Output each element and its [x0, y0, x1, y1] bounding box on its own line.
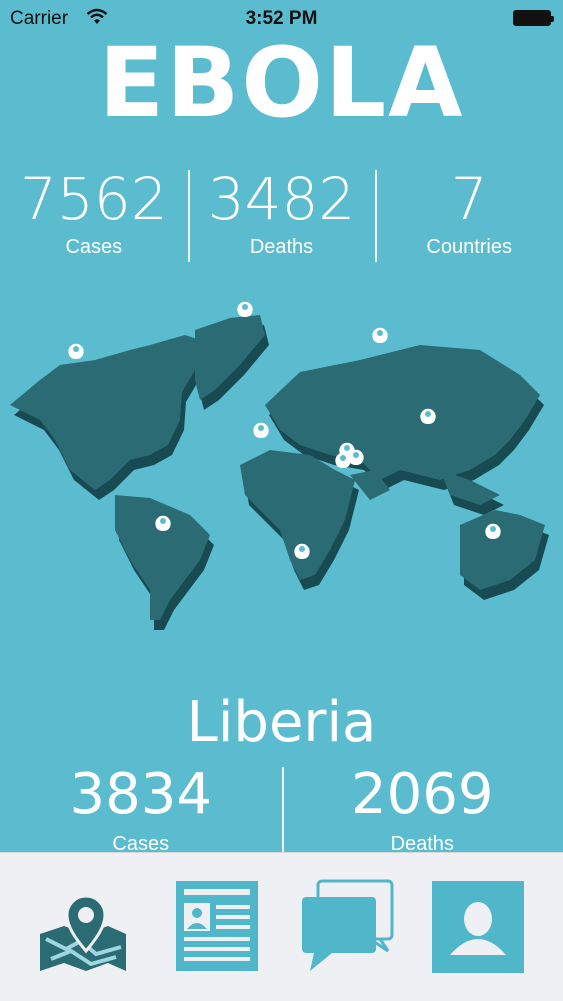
news-article-icon: [176, 881, 258, 971]
selected-country-name: Liberia: [0, 690, 563, 755]
user-profile-icon: [432, 881, 524, 973]
world-map[interactable]: [0, 290, 563, 650]
stat-label: Cases: [0, 236, 188, 259]
battery-icon: [513, 10, 551, 26]
stat-value: 7: [375, 168, 563, 230]
country-stat-cases: 3834 Cases: [0, 765, 282, 855]
stat-deaths: 3482 Deaths: [188, 168, 376, 263]
global-stats: 7562 Cases 3482 Deaths 7 Countries: [0, 168, 563, 263]
country-stats: 3834 Cases 2069 Deaths: [0, 765, 563, 855]
stat-label: Countries: [375, 236, 563, 259]
stat-value: 7562: [0, 168, 188, 230]
stat-cases: 7562 Cases: [0, 168, 188, 263]
country-stat-value: 3834: [0, 765, 282, 825]
tab-chat[interactable]: [300, 879, 395, 974]
stat-value: 3482: [188, 168, 376, 230]
map-pin-icon: [40, 896, 126, 971]
chat-bubbles-icon: [302, 881, 392, 971]
tab-bar: [0, 852, 563, 1001]
tab-map[interactable]: [36, 879, 131, 974]
tab-news[interactable]: [174, 879, 269, 974]
stat-label: Deaths: [188, 236, 376, 259]
stat-countries: 7 Countries: [375, 168, 563, 263]
tab-profile[interactable]: [430, 879, 525, 974]
app-title: EBOLA: [0, 28, 563, 138]
country-stat-deaths: 2069 Deaths: [282, 765, 563, 855]
country-stat-value: 2069: [282, 765, 563, 825]
